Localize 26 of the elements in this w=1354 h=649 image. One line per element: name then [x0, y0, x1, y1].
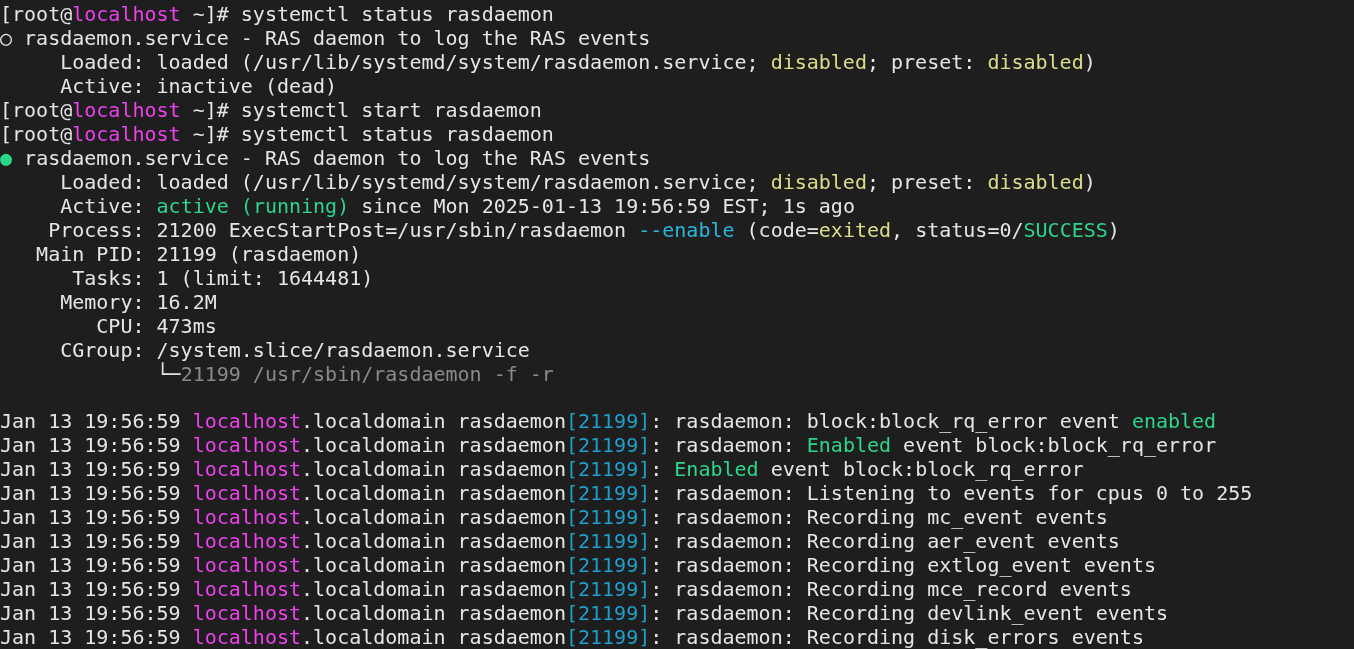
terminal-line: Jan 13 19:56:59 localhost.localdomain rasdaemon[21199]: Enabled event block:block_rq_error — [0, 457, 1084, 481]
terminal-line: Jan 13 19:56:59 localhost.localdomain rasdaemon[21199]: rasdaemon: Recording mce_record events — [0, 577, 1132, 601]
terminal-line: Active: inactive (dead) — [59, 74, 338, 98]
terminal-line: CGroup: /system.slice/rasdaemon.service — [59, 338, 530, 362]
terminal-line: Loaded: loaded (/usr/lib/systemd/system/rasdaemon.service; disabled; preset: disabled) — [59, 50, 1096, 74]
terminal-line: [root@localhost ~]# systemctl start rasdaemon — [0, 98, 542, 122]
terminal-line: Jan 13 19:56:59 localhost.localdomain rasdaemon[21199]: rasdaemon: Recording extlog_event events — [0, 553, 1156, 577]
terminal-line: [root@localhost ~]# systemctl status rasdaemon — [0, 2, 554, 26]
terminal-line: Process: 21200 ExecStartPost=/usr/sbin/rasdaemon --enable (code=exited, status=0/SUCCESS) — [47, 218, 1120, 242]
terminal-line: Jan 13 19:56:59 localhost.localdomain rasdaemon[21199]: rasdaemon: Enabled event block:block_rq_error — [0, 433, 1217, 457]
terminal-line: Jan 13 19:56:59 localhost.localdomain rasdaemon[21199]: rasdaemon: Recording aer_event events — [0, 529, 1120, 553]
terminal-line: Main PID: 21199 (rasdaemon) — [35, 242, 362, 266]
terminal-line: Memory: 16.2M — [59, 290, 217, 314]
terminal-line: Active: active (running) since Mon 2025-01-13 19:56:59 EST; 1s ago — [59, 194, 855, 218]
terminal-line: Tasks: 1 (limit: 1644481) — [71, 266, 374, 290]
terminal-line: CPU: 473ms — [95, 314, 217, 338]
terminal-line: Loaded: loaded (/usr/lib/systemd/system/rasdaemon.service; disabled; preset: disabled) — [59, 170, 1096, 194]
terminal-line: Jan 13 19:56:59 localhost.localdomain rasdaemon[21199]: rasdaemon: block:block_rq_error event enabled — [0, 409, 1217, 433]
terminal-line: Jan 13 19:56:59 localhost.localdomain rasdaemon[21199]: rasdaemon: Recording devlink_event events — [0, 601, 1168, 625]
terminal-line: ● rasdaemon.service - RAS daemon to log the RAS events — [0, 146, 651, 170]
terminal-line: Jan 13 19:56:59 localhost.localdomain rasdaemon[21199]: rasdaemon: Recording mc_event events — [0, 505, 1108, 529]
terminal-line: Jan 13 19:56:59 localhost.localdomain rasdaemon[21199]: rasdaemon: Listening to events for cpus 0 to 255 — [0, 481, 1253, 505]
terminal-line: ○ rasdaemon.service - RAS daemon to log the RAS events — [0, 26, 651, 50]
terminal-line: └─21199 /usr/sbin/rasdaemon -f -r — [155, 362, 554, 386]
terminal-line: Jan 13 19:56:59 localhost.localdomain rasdaemon[21199]: rasdaemon: Recording disk_errors events — [0, 625, 1144, 649]
terminal-line: [root@localhost ~]# systemctl status rasdaemon — [0, 122, 554, 146]
